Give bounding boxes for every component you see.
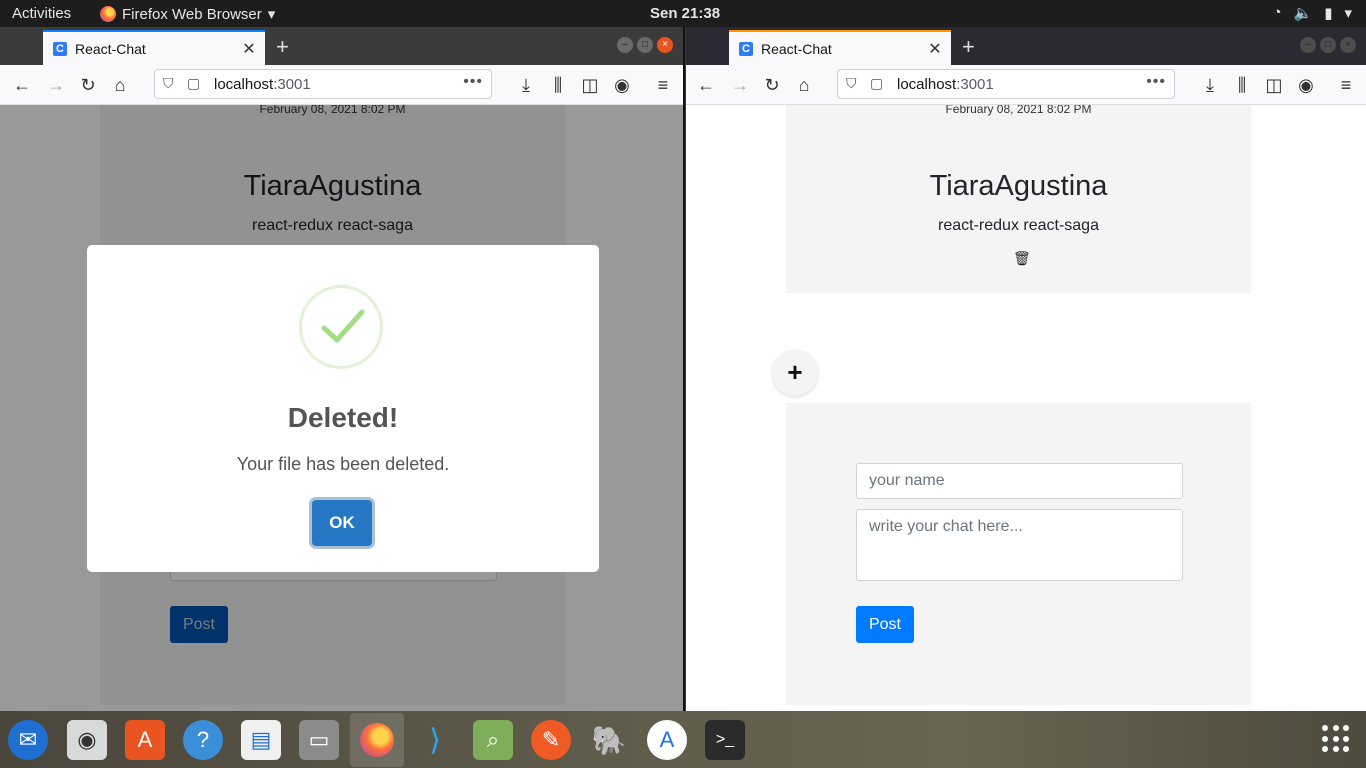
help-icon[interactable]: ? — [183, 720, 223, 760]
close-window-button[interactable]: × — [1340, 37, 1356, 53]
page-actions-icon[interactable]: ••• — [1146, 73, 1166, 91]
url-text: localhost:3001 — [897, 76, 994, 93]
forward-button[interactable]: → — [44, 73, 68, 97]
chat-form: your name write your chat here... Post — [786, 403, 1251, 705]
show-applications-icon[interactable] — [1322, 725, 1350, 753]
message-date: February 08, 2021 8:02 PM — [945, 105, 1092, 116]
maximize-button[interactable]: □ — [1320, 37, 1336, 53]
system-tray[interactable]: ◔ 🔈 ▮ ▾ — [1272, 4, 1352, 22]
terminal-icon[interactable]: >_ — [705, 720, 745, 760]
chevron-down-icon: ▾ — [1344, 5, 1352, 22]
battery-icon: ▮ — [1324, 5, 1333, 22]
gnome-top-bar: Activities Firefox Web Browser ▾ Sen 21:… — [0, 0, 1366, 27]
account-icon[interactable]: ◉ — [610, 73, 634, 97]
nav-bar: ← → ↻ ⌂ ⛉ ▢ localhost:3001 ••• ⤓ ⫼ ◫ ◉ ≡ — [686, 65, 1366, 105]
sidebar-icon[interactable]: ◫ — [1262, 73, 1286, 97]
writer-icon[interactable]: ▤ — [241, 720, 281, 760]
window-controls: – □ × — [617, 37, 673, 53]
dialog-text: Your file has been deleted. — [236, 454, 450, 474]
home-button[interactable]: ⌂ — [108, 73, 132, 97]
tab-bar: C React-Chat ✕ + – □ × — [0, 27, 683, 65]
reload-button[interactable]: ↻ — [760, 73, 784, 97]
close-window-button[interactable]: × — [657, 37, 673, 53]
trash-icon[interactable]: 🗑 — [1013, 250, 1031, 267]
back-button[interactable]: ← — [694, 73, 718, 97]
volume-icon: 🔈 — [1293, 5, 1313, 22]
page-actions-icon[interactable]: ••• — [463, 73, 483, 91]
chevron-down-icon: ▾ — [267, 6, 276, 23]
forward-button[interactable]: → — [728, 73, 752, 97]
wifi-icon: ◔ — [1272, 4, 1282, 21]
activities-button[interactable]: Activities — [12, 5, 71, 22]
back-button[interactable]: ← — [10, 73, 34, 97]
page-content: February 08, 2021 8:02 PM TiaraAgustina … — [0, 105, 683, 711]
menu-icon[interactable]: ≡ — [651, 73, 675, 97]
app-menu[interactable]: Firefox Web Browser ▾ — [100, 5, 275, 23]
browser-window-left: C React-Chat ✕ + – □ × ← → ↻ ⌂ ⛉ ▢ local… — [0, 27, 685, 711]
favicon-icon: C — [739, 41, 753, 56]
download-icon[interactable]: ⤓ — [514, 73, 538, 97]
tab-title: React-Chat — [75, 40, 146, 57]
message-author: TiaraAgustina — [929, 170, 1108, 202]
shield-icon: ⛉ — [846, 75, 857, 91]
minimize-button[interactable]: – — [617, 37, 633, 53]
account-icon[interactable]: ◉ — [1294, 73, 1318, 97]
post-button[interactable]: Post — [856, 606, 914, 643]
success-check-icon — [299, 285, 383, 369]
library-icon[interactable]: ⫼ — [1230, 73, 1254, 97]
chat-message-card: February 08, 2021 8:02 PM TiaraAgustina … — [786, 105, 1251, 293]
clock[interactable]: Sen 21:38 — [650, 5, 720, 22]
android-studio-icon[interactable]: A — [647, 720, 687, 760]
nav-bar: ← → ↻ ⌂ ⛉ ▢ localhost:3001 ••• ⤓ ⫼ ◫ ◉ ≡ — [0, 65, 683, 105]
page-content: February 08, 2021 8:02 PM TiaraAgustina … — [686, 105, 1366, 711]
message-text: react-redux react-saga — [938, 217, 1099, 234]
close-tab-icon[interactable]: ✕ — [239, 39, 259, 59]
minimize-button[interactable]: – — [1300, 37, 1316, 53]
software-icon[interactable]: A — [125, 720, 165, 760]
ok-button[interactable]: OK — [312, 500, 372, 546]
menu-icon[interactable]: ≡ — [1334, 73, 1358, 97]
window-controls: – □ × — [1300, 37, 1356, 53]
home-button[interactable]: ⌂ — [792, 73, 816, 97]
page-icon: ▢ — [870, 75, 884, 91]
shield-icon: ⛉ — [163, 75, 174, 91]
browser-window-right: C React-Chat ✕ + – □ × ← → ↻ ⌂ ⛉ ▢ local… — [686, 27, 1366, 711]
add-chat-button[interactable]: + — [772, 350, 818, 396]
firefox-icon — [100, 6, 116, 22]
sidebar-icon[interactable]: ◫ — [578, 73, 602, 97]
tab-bar: C React-Chat ✕ + – □ × — [686, 27, 1366, 65]
new-tab-button[interactable]: + — [276, 34, 289, 60]
rhythmbox-icon[interactable]: ◉ — [67, 720, 107, 760]
url-bar[interactable]: ⛉ ▢ localhost:3001 ••• — [837, 69, 1175, 99]
postgres-icon[interactable]: 🐘 — [589, 720, 629, 760]
new-tab-button[interactable]: + — [962, 34, 975, 60]
close-tab-icon[interactable]: ✕ — [925, 39, 945, 59]
vscode-icon[interactable]: ⟩ — [415, 720, 455, 760]
favicon-icon: C — [53, 41, 67, 56]
image-viewer-icon[interactable]: ⌕ — [473, 720, 513, 760]
tab-title: React-Chat — [761, 40, 832, 57]
delete-success-dialog: Deleted! Your file has been deleted. OK — [87, 245, 599, 572]
files-icon[interactable]: ▭ — [299, 720, 339, 760]
thunderbird-icon[interactable]: ✉ — [8, 720, 48, 760]
name-input[interactable]: your name — [856, 463, 1183, 499]
url-text: localhost:3001 — [214, 76, 311, 93]
page-icon: ▢ — [187, 75, 201, 91]
download-icon[interactable]: ⤓ — [1198, 73, 1222, 97]
tab-react-chat[interactable]: C React-Chat ✕ — [43, 30, 265, 65]
tab-react-chat[interactable]: C React-Chat ✕ — [729, 30, 951, 65]
chat-textarea[interactable]: write your chat here... — [856, 509, 1183, 581]
maximize-button[interactable]: □ — [637, 37, 653, 53]
firefox-icon[interactable] — [350, 713, 404, 767]
app-menu-label: Firefox Web Browser — [122, 5, 262, 23]
url-bar[interactable]: ⛉ ▢ localhost:3001 ••• — [154, 69, 492, 99]
reload-button[interactable]: ↻ — [76, 73, 100, 97]
dock: ✉ ◉ A ? ▤ ▭ ⟩ ⌕ ✎ 🐘 A >_ — [0, 711, 1366, 768]
dialog-title: Deleted! — [287, 402, 399, 433]
postman-icon[interactable]: ✎ — [531, 720, 571, 760]
library-icon[interactable]: ⫼ — [546, 73, 570, 97]
